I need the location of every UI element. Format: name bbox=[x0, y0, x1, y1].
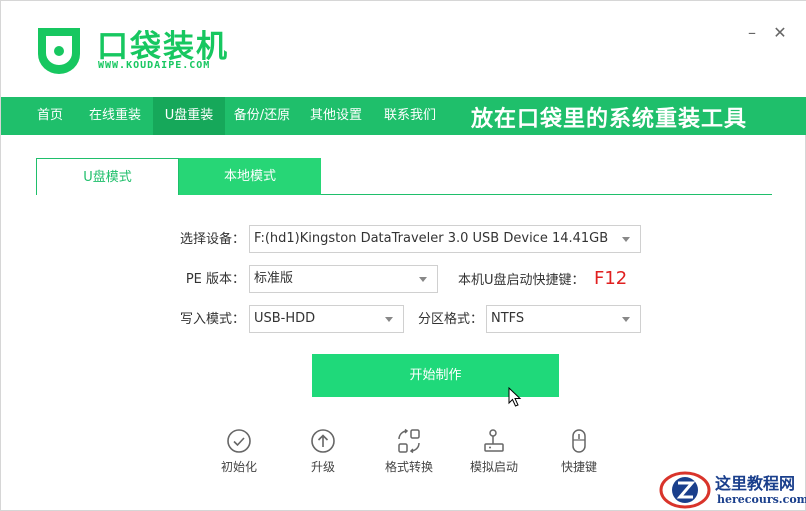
write-mode-select-value: USB-HDD bbox=[254, 311, 316, 326]
write-mode-select[interactable]: USB-HDD bbox=[249, 305, 404, 333]
tool-label: 快捷键 bbox=[560, 460, 597, 474]
main-nav: 首页 在线重装 U盘重装 备份/还原 其他设置 联系我们 放在口袋里的系统重装工… bbox=[1, 97, 806, 135]
joystick-icon bbox=[484, 429, 504, 452]
device-select[interactable]: F:(hd1)Kingston DataTraveler 3.0 USB Dev… bbox=[249, 225, 641, 253]
chevron-down-icon bbox=[419, 277, 427, 282]
nav-slogan: 放在口袋里的系统重装工具 bbox=[471, 107, 748, 132]
tool-initialize[interactable]: 初始化 bbox=[207, 428, 271, 478]
partition-format-select-value: NTFS bbox=[491, 311, 525, 326]
tab-divider bbox=[321, 194, 772, 195]
tool-simulate-boot[interactable]: 模拟启动 bbox=[462, 428, 526, 478]
nav-item-online-reinstall[interactable]: 在线重装 bbox=[77, 97, 153, 135]
watermark: 这里教程网 herecours.com bbox=[659, 467, 806, 511]
tool-label: 初始化 bbox=[220, 460, 257, 474]
close-button[interactable]: ✕ bbox=[770, 23, 790, 43]
header: 口袋装机 WWW.KOUDAIPE.COM – ✕ bbox=[1, 1, 806, 97]
mouse-icon bbox=[572, 429, 586, 453]
partition-format-label: 分区格式： bbox=[417, 312, 483, 327]
check-circle-icon bbox=[227, 429, 251, 453]
convert-icon bbox=[398, 428, 420, 454]
pocket-logo-icon bbox=[38, 28, 80, 74]
hotkey-label: 本机U盘启动快捷键： bbox=[458, 273, 585, 288]
watermark-logo-icon bbox=[659, 471, 711, 509]
tool-label: 模拟启动 bbox=[469, 460, 518, 474]
pe-version-select-value: 标准版 bbox=[254, 271, 294, 286]
pe-version-select[interactable]: 标准版 bbox=[249, 265, 438, 293]
hotkey-value: F12 bbox=[594, 268, 628, 289]
nav-item-contact[interactable]: 联系我们 bbox=[373, 97, 447, 135]
pe-version-label: PE 版本： bbox=[185, 272, 245, 287]
device-select-value: F:(hd1)Kingston DataTraveler 3.0 USB Dev… bbox=[254, 231, 609, 246]
app-window: 口袋装机 WWW.KOUDAIPE.COM – ✕ 首页 在线重装 U盘重装 备… bbox=[0, 0, 806, 511]
write-mode-label: 写入模式： bbox=[179, 312, 245, 327]
brand-url: WWW.KOUDAIPE.COM bbox=[98, 60, 211, 71]
tab-local-mode[interactable]: 本地模式 bbox=[179, 158, 321, 195]
nav-item-usb-reinstall[interactable]: U盘重装 bbox=[153, 97, 225, 135]
partition-format-select[interactable]: NTFS bbox=[486, 305, 641, 333]
tab-usb-mode[interactable]: U盘模式 bbox=[36, 158, 179, 195]
watermark-text: 这里教程网 bbox=[715, 474, 796, 493]
minimize-button[interactable]: – bbox=[742, 23, 762, 43]
tool-label: 升级 bbox=[310, 460, 335, 474]
nav-item-backup-restore[interactable]: 备份/还原 bbox=[225, 97, 299, 135]
chevron-down-icon bbox=[622, 317, 630, 322]
tool-upgrade[interactable]: 升级 bbox=[291, 428, 355, 478]
tool-label: 格式转换 bbox=[384, 460, 433, 474]
nav-item-other-settings[interactable]: 其他设置 bbox=[299, 97, 373, 135]
tool-format-convert[interactable]: 格式转换 bbox=[377, 428, 441, 478]
tool-hotkeys[interactable]: 快捷键 bbox=[547, 428, 611, 478]
chevron-down-icon bbox=[385, 317, 393, 322]
device-label: 选择设备： bbox=[179, 232, 245, 247]
mouse-cursor-icon bbox=[508, 387, 522, 407]
nav-item-home[interactable]: 首页 bbox=[23, 97, 77, 135]
chevron-down-icon bbox=[622, 237, 630, 242]
watermark-url: herecours.com bbox=[717, 493, 806, 506]
upgrade-arrow-icon bbox=[311, 429, 335, 453]
